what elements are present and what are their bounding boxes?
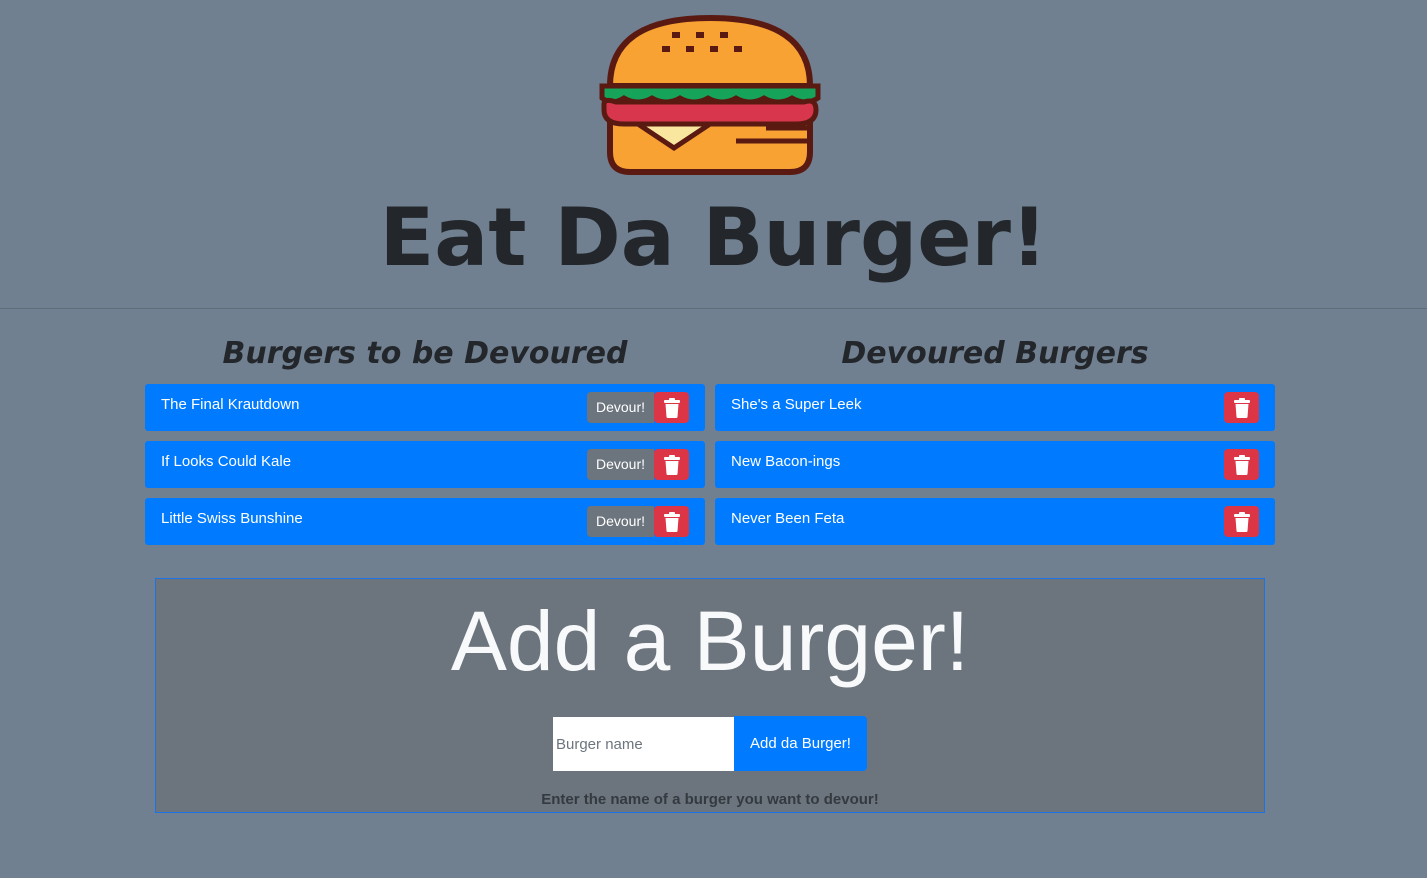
add-burger-title: Add a Burger! <box>450 594 970 688</box>
list-item: The Final Krautdown Devour! <box>145 384 705 431</box>
burger-icon <box>599 14 821 175</box>
burger-name: If Looks Could Kale <box>161 453 292 470</box>
burger-name: She's a Super Leek <box>731 396 862 413</box>
burger-name: Little Swiss Bunshine <box>161 510 303 527</box>
trash-icon <box>663 454 680 475</box>
header: Eat Da Burger! <box>0 0 1427 309</box>
delete-button[interactable] <box>654 449 689 480</box>
list-item: New Bacon-ings <box>715 441 1275 488</box>
trash-icon <box>1233 511 1250 532</box>
burger-name-input[interactable] <box>553 717 734 771</box>
devour-button[interactable]: Devour! <box>587 506 654 537</box>
devour-button[interactable]: Devour! <box>587 449 654 480</box>
delete-button[interactable] <box>1224 506 1259 537</box>
trash-icon <box>1233 454 1250 475</box>
list-item: She's a Super Leek <box>715 384 1275 431</box>
to-devour-heading: Burgers to be Devoured <box>222 336 628 371</box>
add-burger-panel: Add a Burger! Add da Burger! Enter the n… <box>155 578 1265 813</box>
delete-button[interactable] <box>1224 449 1259 480</box>
delete-button[interactable] <box>1224 392 1259 423</box>
list-item: If Looks Could Kale Devour! <box>145 441 705 488</box>
delete-button[interactable] <box>654 392 689 423</box>
burger-name: Never Been Feta <box>731 510 845 527</box>
delete-button[interactable] <box>654 506 689 537</box>
burger-name: The Final Krautdown <box>161 396 300 413</box>
list-item: Little Swiss Bunshine Devour! <box>145 498 705 545</box>
devour-button[interactable]: Devour! <box>587 392 654 423</box>
trash-icon <box>663 397 680 418</box>
trash-icon <box>663 511 680 532</box>
help-text: Enter the name of a burger you want to d… <box>541 791 879 808</box>
burger-name: New Bacon-ings <box>731 453 841 470</box>
list-item: Never Been Feta <box>715 498 1275 545</box>
add-burger-button[interactable]: Add da Burger! <box>734 716 867 771</box>
trash-icon <box>1233 397 1250 418</box>
devoured-heading: Devoured Burgers <box>841 336 1149 371</box>
page-title: Eat Da Burger! <box>379 191 1048 284</box>
